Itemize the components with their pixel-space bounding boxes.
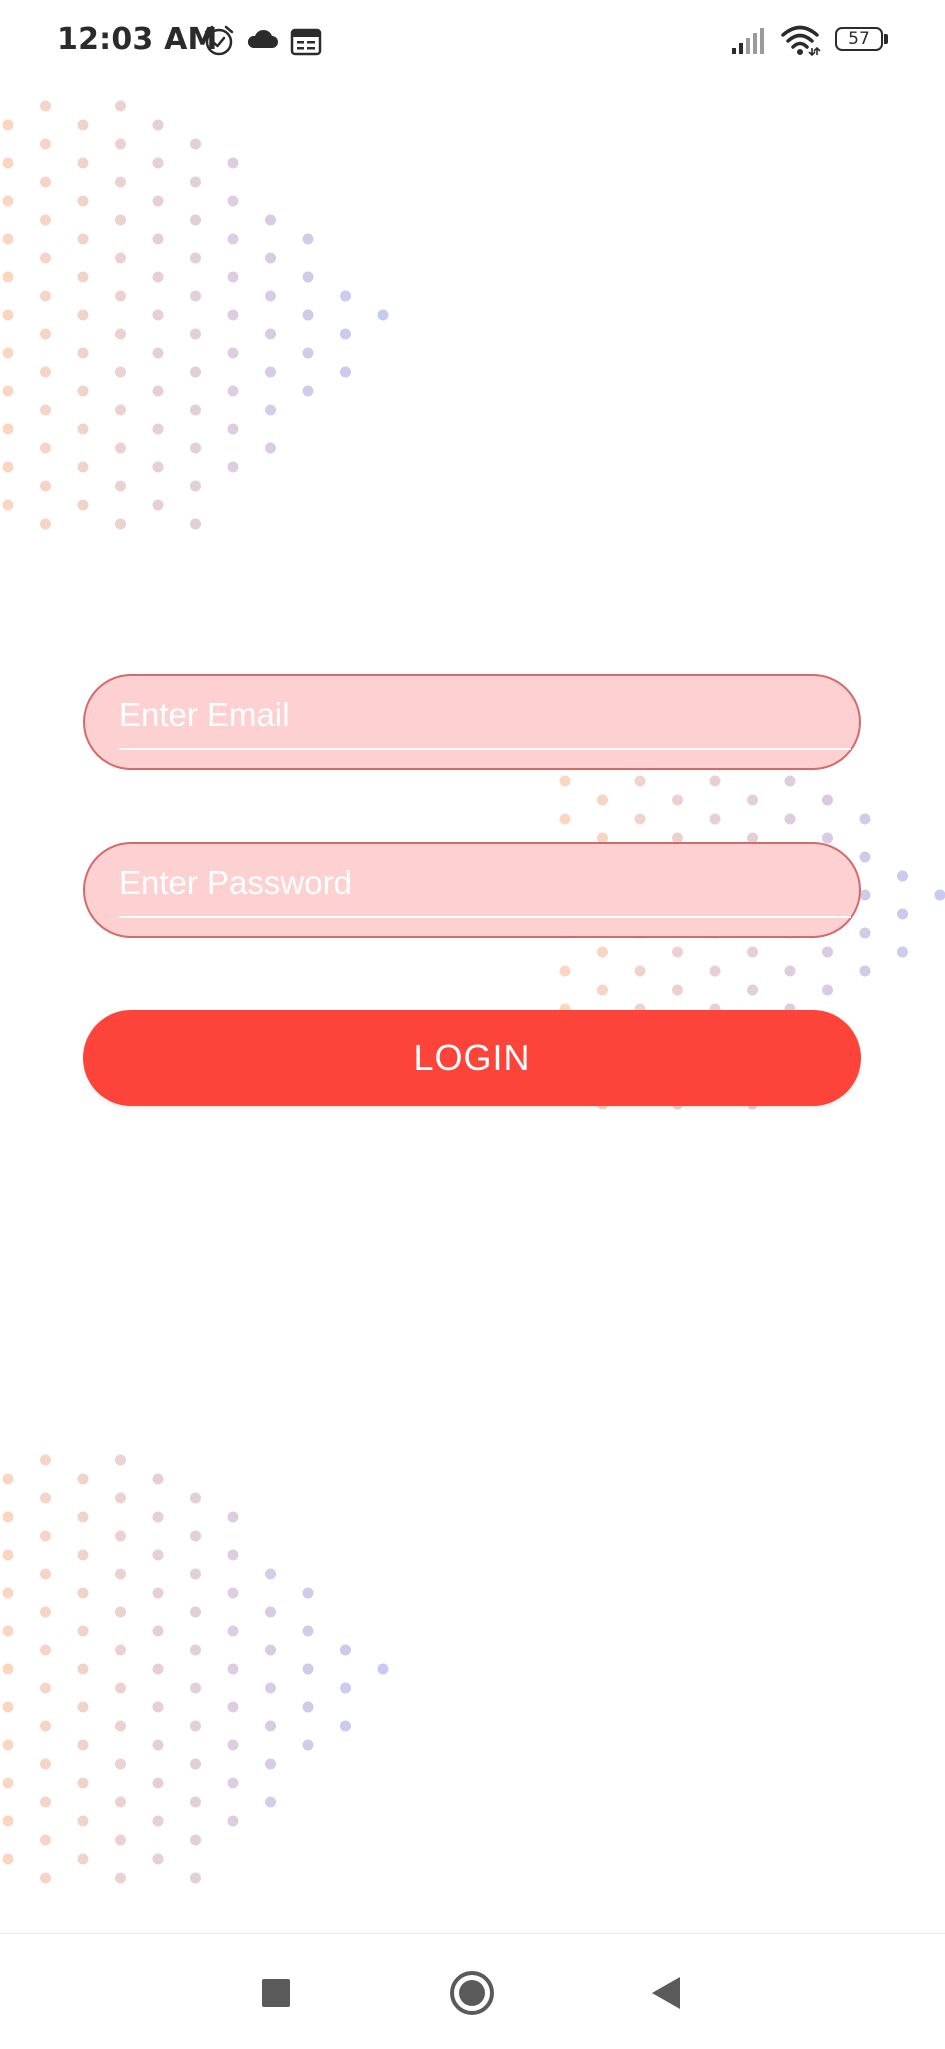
- status-time: 12:03 AM: [57, 22, 218, 57]
- decorative-dots-top: [0, 100, 400, 540]
- password-input[interactable]: [119, 858, 819, 908]
- home-icon[interactable]: [447, 1968, 497, 2018]
- password-field[interactable]: [83, 842, 861, 938]
- wifi-icon: [781, 24, 821, 58]
- back-icon[interactable]: [641, 1968, 691, 2018]
- cloud-icon: [245, 28, 279, 62]
- login-button[interactable]: LOGIN: [83, 1010, 861, 1106]
- signal-icon: [731, 26, 767, 60]
- email-underline: [119, 748, 851, 750]
- navigation-bar: [0, 1933, 945, 2049]
- battery-icon: 57: [835, 27, 889, 55]
- email-field[interactable]: [83, 674, 861, 770]
- calendar-icon: [290, 26, 322, 60]
- password-underline: [119, 916, 851, 918]
- recents-icon[interactable]: [251, 1968, 301, 2018]
- battery-level: 57: [835, 27, 883, 51]
- decorative-dots-bottom: [0, 1450, 400, 1890]
- alarm-icon: [203, 24, 235, 58]
- status-bar: 12:03 AM: [0, 0, 945, 84]
- email-input[interactable]: [119, 690, 819, 740]
